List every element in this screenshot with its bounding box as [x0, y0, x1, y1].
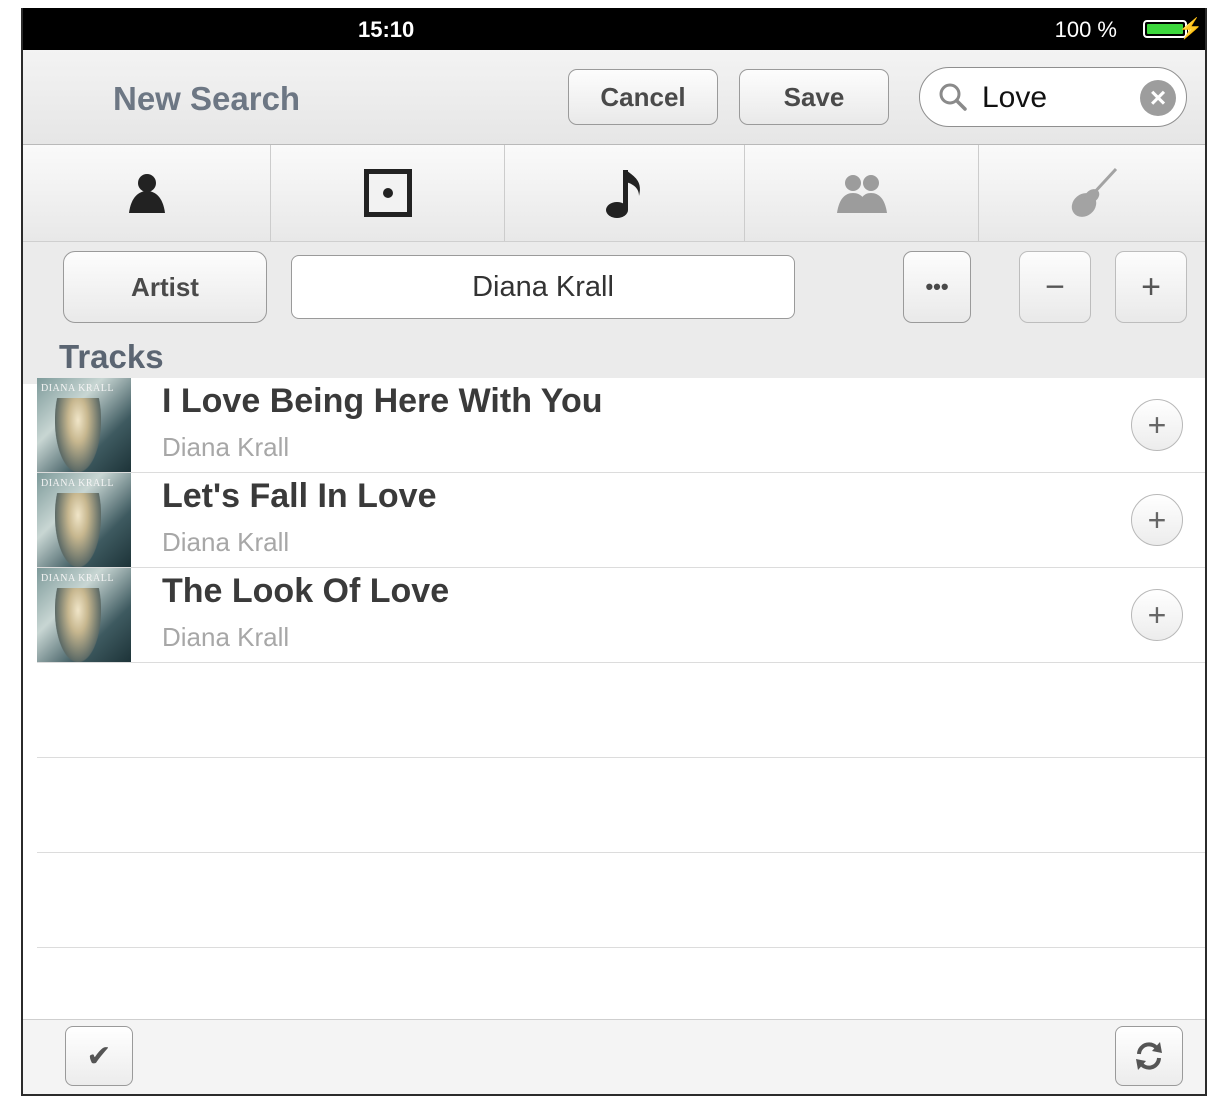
more-options-button[interactable]: ••• — [903, 251, 971, 323]
add-track-button[interactable]: + — [1131, 589, 1183, 641]
app-window: 15:10 100 % ⚡ New Search Cancel Save Lov… — [21, 8, 1207, 1096]
empty-row — [37, 663, 1205, 758]
category-tabs — [23, 145, 1205, 242]
list-item[interactable]: DIANA KRALL Let's Fall In Love Diana Kra… — [37, 473, 1205, 568]
group-icon — [836, 175, 887, 213]
add-track-button[interactable]: + — [1131, 399, 1183, 451]
check-button[interactable]: ✔ — [65, 1026, 133, 1086]
remove-filter-button[interactable]: − — [1019, 251, 1091, 323]
track-title: I Love Being Here With You — [162, 382, 603, 420]
empty-row — [37, 853, 1205, 948]
tab-album[interactable] — [271, 145, 505, 241]
cancel-button[interactable]: Cancel — [568, 69, 718, 125]
search-input[interactable]: Love — [982, 81, 1047, 115]
track-title: Let's Fall In Love — [162, 477, 437, 515]
save-button[interactable]: Save — [739, 69, 889, 125]
track-artist: Diana Krall — [162, 622, 290, 652]
battery-percentage: 100 % — [1054, 17, 1117, 42]
guitar-icon — [1071, 167, 1118, 217]
section-title: Tracks — [59, 338, 164, 375]
list-item[interactable]: DIANA KRALL I Love Being Here With You D… — [37, 378, 1205, 473]
tab-artist[interactable] — [23, 145, 271, 241]
album-icon — [363, 169, 412, 217]
status-time: 15:10 — [358, 17, 415, 42]
album-cover: DIANA KRALL — [37, 378, 131, 472]
music-note-icon — [605, 170, 640, 218]
tab-genre[interactable] — [979, 145, 1205, 241]
tab-group[interactable] — [745, 145, 979, 241]
add-track-button[interactable]: + — [1131, 494, 1183, 546]
track-title: The Look Of Love — [162, 572, 450, 610]
charging-icon: ⚡ — [1178, 18, 1203, 40]
person-icon — [128, 174, 165, 213]
page-title: New Search — [113, 80, 301, 117]
refresh-icon — [1136, 1042, 1162, 1070]
track-artist: Diana Krall — [162, 432, 290, 462]
search-icon — [939, 83, 967, 111]
add-filter-button[interactable]: + — [1115, 251, 1187, 323]
album-cover: DIANA KRALL — [37, 568, 131, 662]
filter-type-button[interactable]: Artist — [63, 251, 267, 323]
header-bar: New Search Cancel Save Love × — [23, 50, 1205, 145]
track-list: DIANA KRALL I Love Being Here With You D… — [37, 378, 1205, 948]
empty-row — [37, 758, 1205, 853]
clear-search-icon[interactable]: × — [1140, 80, 1176, 116]
search-field[interactable]: Love × — [919, 67, 1187, 127]
filter-value-field[interactable]: Diana Krall — [291, 255, 795, 319]
status-bar: 15:10 100 % ⚡ — [23, 8, 1205, 50]
album-cover: DIANA KRALL — [37, 473, 131, 567]
track-artist: Diana Krall — [162, 527, 290, 557]
list-item[interactable]: DIANA KRALL The Look Of Love Diana Krall… — [37, 568, 1205, 663]
tab-track[interactable] — [505, 145, 745, 241]
filter-row: Artist Diana Krall ••• − + Tracks — [23, 242, 1205, 384]
bottom-toolbar: ✔ — [23, 1019, 1205, 1094]
refresh-button[interactable] — [1115, 1026, 1183, 1086]
